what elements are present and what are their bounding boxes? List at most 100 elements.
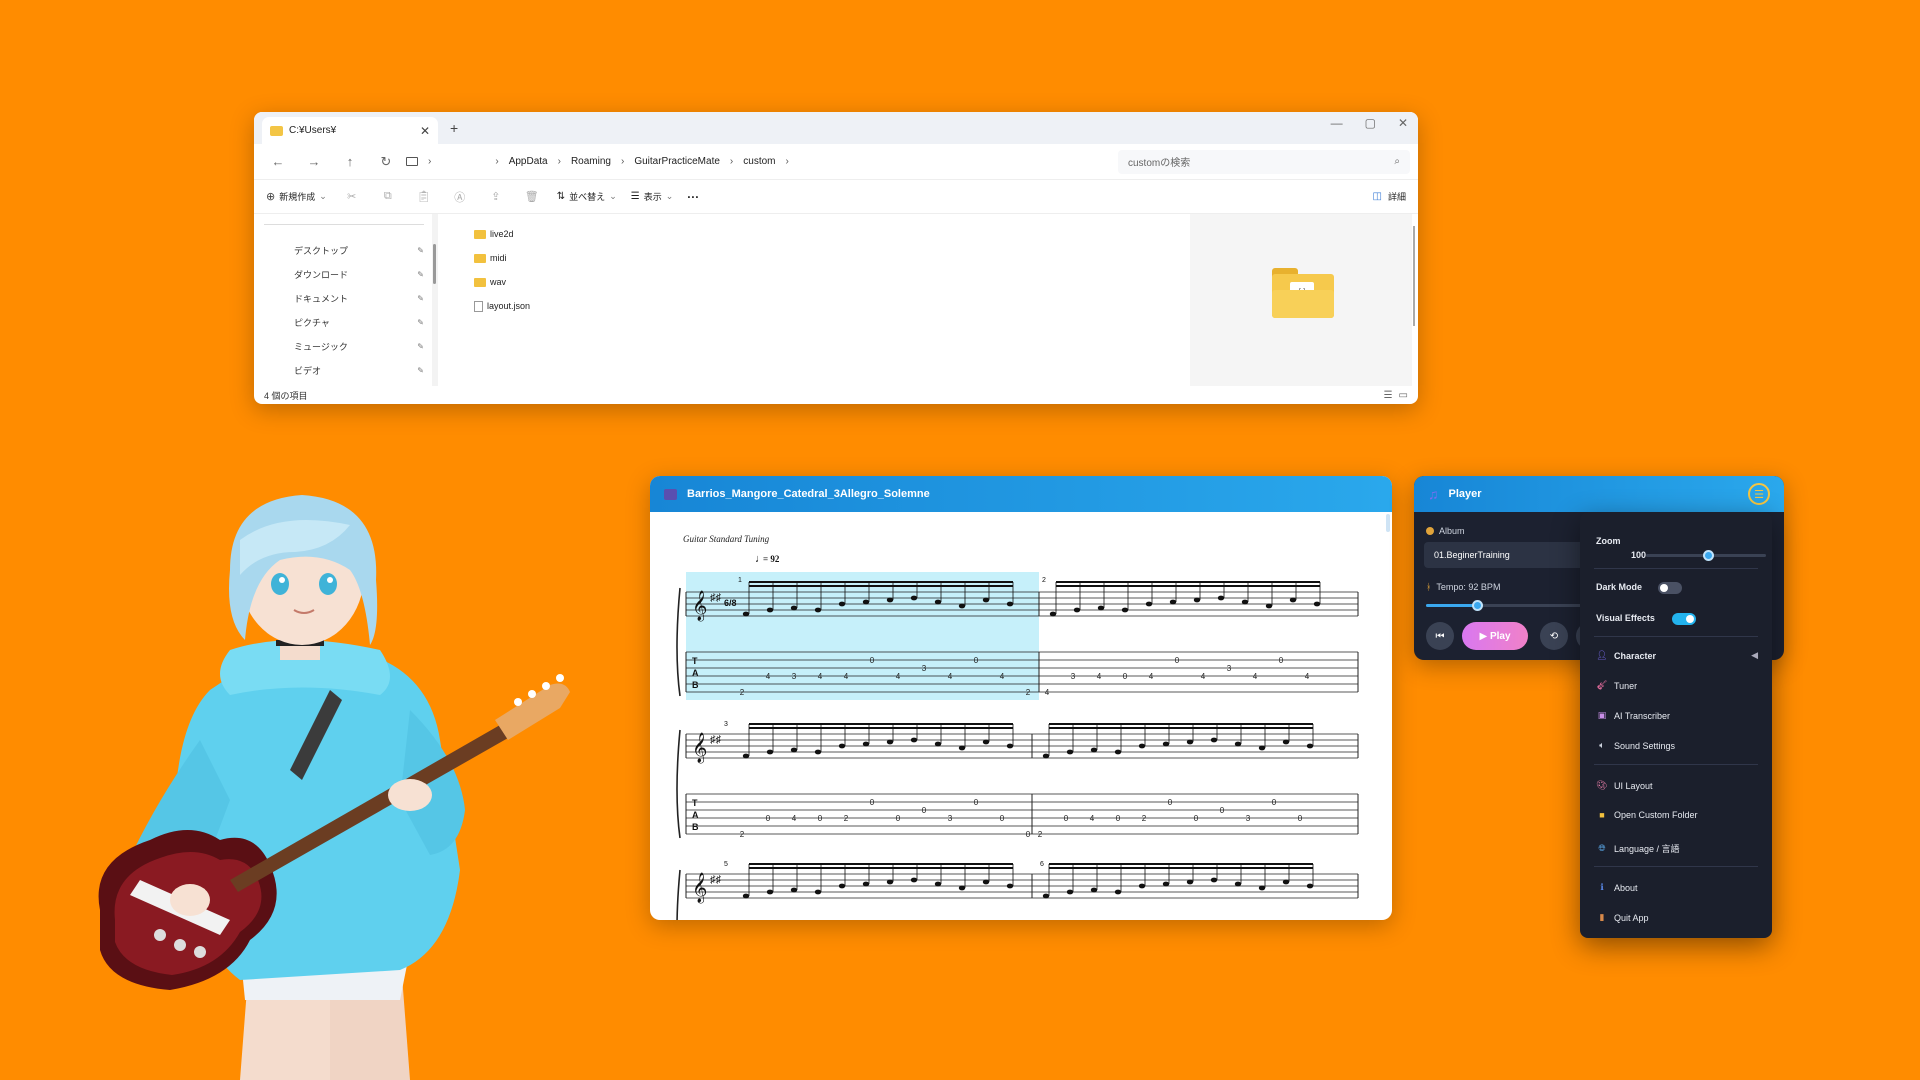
menu-item-tuner[interactable]: 🎸︎ Tuner	[1596, 680, 1758, 691]
note-head	[910, 737, 918, 743]
menu-label: Character	[1614, 650, 1657, 661]
monitor-icon[interactable]	[406, 157, 418, 166]
list-item[interactable]: wav	[474, 270, 1190, 294]
nav-item-pictures[interactable]: ピクチャ ✎	[254, 310, 432, 334]
pin-icon[interactable]: ✎	[417, 294, 424, 303]
menu-item-open-custom-folder[interactable]: ■ Open Custom Folder	[1596, 810, 1758, 820]
breadcrumb-appdata[interactable]: AppData	[509, 156, 548, 167]
fret-number: 4	[1097, 672, 1102, 681]
rename-icon[interactable]: Ⓐ	[449, 189, 471, 205]
tempo-slider[interactable]	[1426, 600, 1586, 611]
list-item[interactable]: live2d	[474, 222, 1190, 246]
copy-icon[interactable]: ⧉	[377, 190, 399, 203]
details-button[interactable]: ◫ 詳細	[1373, 190, 1406, 203]
breadcrumb-custom[interactable]: custom	[743, 156, 775, 167]
minimize-icon[interactable]: —	[1331, 116, 1343, 130]
fret-number: 0	[1298, 814, 1303, 823]
pin-icon[interactable]: ✎	[417, 342, 424, 351]
cut-icon[interactable]: ✂	[341, 190, 363, 203]
close-tab-icon[interactable]: ✕	[420, 124, 430, 138]
menu-item-about[interactable]: ℹ About	[1596, 882, 1758, 893]
dark-mode-toggle[interactable]	[1658, 582, 1682, 594]
visual-effects-toggle[interactable]	[1672, 613, 1696, 625]
score-sheet[interactable]: Guitar Standard Tuning ♩ = 92 1 2 3 5 6 …	[650, 512, 1392, 920]
nav-item-documents[interactable]: ドキュメント ✎	[254, 286, 432, 310]
note-head	[790, 605, 798, 611]
chevron-down-icon: ⌄	[319, 191, 327, 201]
view-button[interactable]: ☰ 表示 ⌄	[631, 190, 674, 203]
rewind-button[interactable]: ⏮	[1426, 622, 1454, 650]
treble-clef-icon: 𝄞	[692, 872, 707, 904]
menu-label: AI Transcriber	[1614, 710, 1671, 721]
list-item[interactable]: layout.json	[474, 294, 1190, 318]
breadcrumb-guitarpracticemate[interactable]: GuitarPracticeMate	[634, 156, 720, 167]
nav-item-downloads[interactable]: ダウンロード ✎	[254, 262, 432, 286]
nav-scrollbar[interactable]	[432, 214, 438, 386]
folder-icon	[270, 125, 283, 136]
nav-item-videos[interactable]: ビデオ ✎	[254, 358, 432, 382]
tempo-label-row: ᚼ Tempo: 92 BPM	[1426, 582, 1500, 592]
nav-item-music[interactable]: ミュージック ✎	[254, 334, 432, 358]
menu-item-sound-settings[interactable]: 🔈︎ Sound Settings	[1596, 740, 1758, 751]
play-button[interactable]: ▶ Play	[1462, 622, 1528, 650]
loop-button[interactable]: ⟲	[1540, 622, 1568, 650]
menu-label: UI Layout	[1614, 780, 1653, 791]
explorer-tab[interactable]: C:¥Users¥ ✕	[262, 117, 438, 144]
pin-icon[interactable]: ✎	[417, 366, 424, 375]
note-head	[982, 879, 990, 885]
note-head	[958, 885, 966, 891]
menu-divider	[1594, 764, 1758, 765]
menu-label: Language / 言語	[1614, 844, 1680, 854]
pin-icon[interactable]: ✎	[417, 246, 424, 255]
menu-item-quit-app[interactable]: ▮ Quit App	[1596, 912, 1758, 923]
refresh-icon[interactable]: ↻	[370, 154, 402, 170]
breadcrumb-roaming[interactable]: Roaming	[571, 156, 611, 167]
menu-button[interactable]: ☰	[1748, 483, 1770, 505]
new-button[interactable]: ⊕ 新規作成 ⌄	[266, 190, 327, 203]
zoom-value: 100	[1631, 550, 1647, 560]
note-head	[790, 887, 798, 893]
sheet-music-notation[interactable]: Guitar Standard Tuning ♩ = 92 1 2 3 5 6 …	[650, 512, 1392, 920]
close-window-icon[interactable]: ✕	[1398, 116, 1408, 130]
file-list: live2d midi wav layout.json	[438, 214, 1190, 386]
pin-icon[interactable]: ✎	[417, 270, 424, 279]
menu-item-language[interactable]: 🌐︎ Language / 言語	[1596, 842, 1758, 855]
note-head	[766, 889, 774, 895]
score-scrollbar[interactable]	[1386, 514, 1390, 532]
zoom-slider[interactable]	[1646, 550, 1766, 561]
menu-item-ai-transcriber[interactable]: ▣ AI Transcriber	[1596, 710, 1758, 721]
pin-icon[interactable]: ✎	[417, 318, 424, 327]
menu-item-ui-layout[interactable]: 🎨︎ UI Layout	[1596, 780, 1758, 791]
paste-icon[interactable]: 📋︎	[413, 190, 435, 203]
forward-arrow-icon[interactable]: →	[298, 154, 330, 169]
fret-number: 0	[766, 814, 771, 823]
chevron-right-icon[interactable]: ›	[428, 156, 431, 167]
share-icon[interactable]: ⇪	[485, 190, 507, 203]
tempo-slider-handle[interactable]	[1472, 600, 1484, 611]
chevron-left-icon: ◀	[1751, 650, 1758, 660]
new-tab-icon[interactable]: +	[450, 120, 458, 136]
zoom-slider-handle[interactable]	[1703, 550, 1715, 561]
album-select[interactable]: 01.BeginerTraining	[1424, 542, 1604, 568]
tab-letter: T	[692, 656, 698, 666]
more-options-icon[interactable]: ···	[687, 190, 699, 204]
note-head	[862, 881, 870, 887]
details-view-icon[interactable]: ☰	[1384, 390, 1393, 401]
album-label: Album	[1439, 526, 1465, 536]
sort-icon: ⇅	[556, 191, 566, 202]
content-scrollbar[interactable]	[1412, 214, 1418, 386]
note-head	[958, 603, 966, 609]
up-arrow-icon[interactable]: ↑	[334, 154, 366, 169]
playback-selection-highlight	[686, 572, 1039, 700]
sort-button[interactable]: ⇅ 並べ替え ⌄	[557, 190, 617, 203]
list-item[interactable]: midi	[474, 246, 1190, 270]
menu-item-character[interactable]: 👤︎ Character ◀	[1596, 650, 1758, 661]
tiles-view-icon[interactable]: ▭	[1399, 390, 1408, 401]
score-file-icon	[664, 488, 677, 500]
fret-number: 4	[1045, 688, 1050, 697]
back-arrow-icon[interactable]: ←	[262, 154, 294, 169]
search-input[interactable]: customの検索 ⌕	[1118, 149, 1410, 174]
nav-item-desktop[interactable]: デスクトップ ✎	[254, 238, 432, 262]
delete-icon[interactable]: 🗑︎	[521, 190, 543, 203]
maximize-icon[interactable]: ▢	[1365, 116, 1376, 130]
